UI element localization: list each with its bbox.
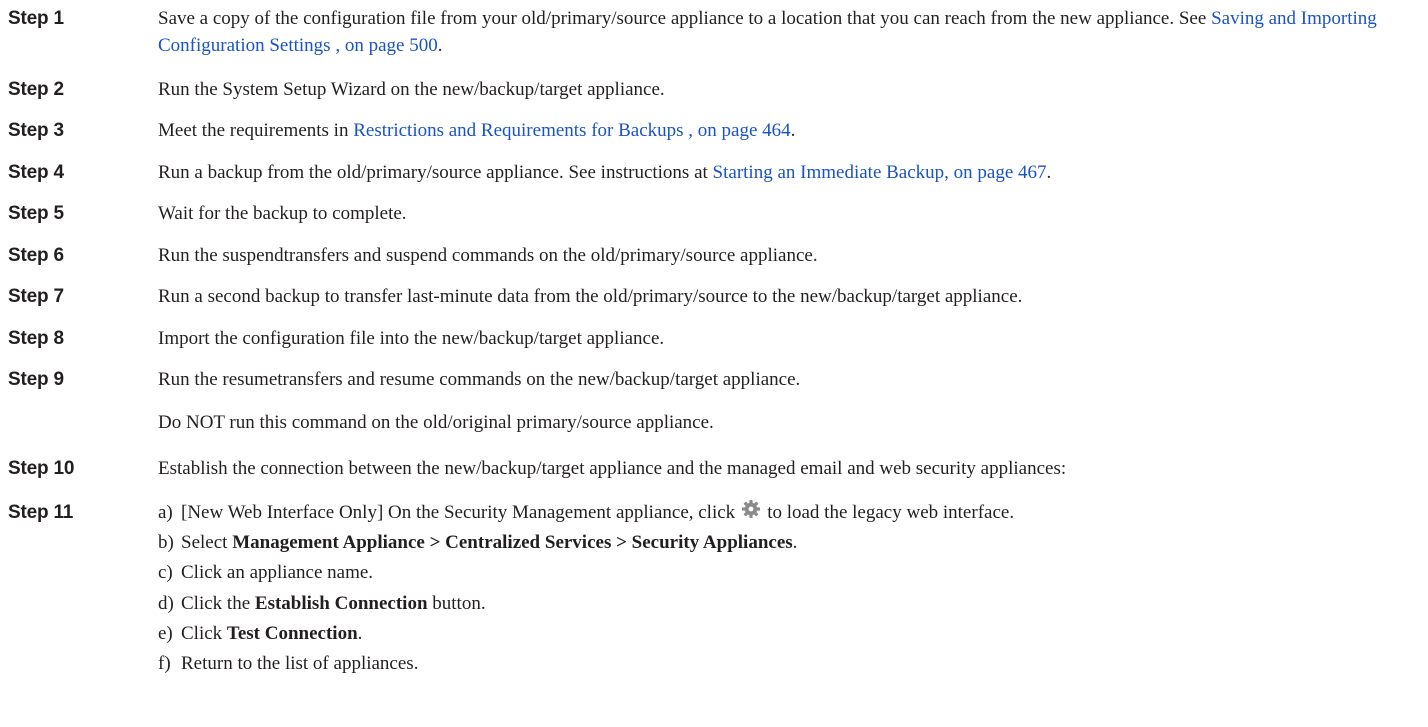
step-label: Step 8 — [8, 328, 64, 349]
step-text: Run the suspendtransfers and suspend com… — [158, 245, 818, 266]
menu-path: Management Appliance > Centralized Servi… — [232, 532, 793, 553]
step-text-post: . — [1046, 162, 1052, 183]
step-text: Run a second backup to transfer last-min… — [158, 286, 1023, 307]
step-label: Step 5 — [8, 203, 64, 224]
gear-icon[interactable] — [741, 499, 761, 527]
step-text: Wait for the backup to complete. — [158, 203, 407, 224]
substep-marker: e) — [158, 623, 173, 644]
substep-text-post: . — [357, 623, 363, 644]
substep-text-pre: Click — [181, 623, 227, 644]
step-text: Run the System Setup Wizard on the new/b… — [158, 79, 665, 100]
substep-text-post: button. — [427, 593, 486, 614]
substep-a: a) [New Web Interface Only] On the Securi… — [158, 499, 1014, 527]
substep-marker: d) — [158, 593, 174, 614]
establish-connection-label: Establish Connection — [254, 593, 428, 614]
substep-marker: b) — [158, 532, 174, 553]
step-label: Step 10 — [8, 458, 75, 479]
step-text-pre: Meet the requirements in — [158, 120, 354, 141]
step-label: Step 6 — [8, 245, 64, 266]
link-restrictions-requirements[interactable]: Restrictions and Requirements for Backup… — [353, 120, 790, 141]
step-text-pre: Run a backup from the old/primary/source… — [158, 162, 713, 183]
step-text-post: . — [437, 35, 443, 56]
step-text-post: . — [790, 120, 796, 141]
step-label: Step 3 — [8, 120, 64, 141]
substep-text-post: . — [792, 532, 798, 553]
substep-text-pre: Click the — [181, 593, 255, 614]
substep-marker: c) — [158, 562, 173, 583]
step-label: Step 7 — [8, 286, 64, 307]
substep-marker: f) — [158, 653, 171, 674]
substep-text-pre: [New Web Interface Only] On the Security… — [181, 502, 736, 523]
step-note: Do NOT run this command on the old/origi… — [158, 412, 714, 433]
substep-text-pre: Select — [181, 532, 233, 553]
substep-text-post: to load the legacy web interface. — [767, 502, 1015, 523]
link-starting-immediate-backup[interactable]: Starting an Immediate Backup, on page 46… — [713, 162, 1047, 183]
step-text: Run a backup from the old/primary/source… — [158, 159, 1420, 186]
step-text: Save a copy of the configuration file fr… — [158, 5, 1420, 59]
substep-text: Click an appliance name. — [181, 562, 374, 583]
substep-f: f) Return to the list of appliances. — [158, 650, 418, 677]
step-label: Step 4 — [8, 162, 64, 183]
substep-c: c) Click an appliance name. — [158, 559, 373, 586]
step-text: Import the configuration file into the n… — [158, 328, 665, 349]
step-label: Step 1 — [8, 8, 64, 29]
substep-text: Return to the list of appliances. — [181, 653, 419, 674]
step-label: Step 11 — [8, 502, 74, 523]
step-label: Step 2 — [8, 79, 64, 100]
substep-e: e) Click Test Connection. — [158, 620, 362, 647]
step-text: Run the resumetransfers and resume comma… — [158, 369, 801, 390]
step-text: Meet the requirements in Restrictions an… — [158, 117, 1420, 144]
substep-marker: a) — [158, 502, 173, 523]
substep-d: d) Click the Establish Connection button. — [158, 590, 486, 617]
test-connection-label: Test Connection — [226, 623, 358, 644]
step-text: Establish the connection between the new… — [158, 458, 1067, 479]
substep-b: b) Select Management Appliance > Centrali… — [158, 529, 797, 556]
step-label: Step 9 — [8, 369, 64, 390]
step-text-pre: Save a copy of the configuration file fr… — [158, 8, 1212, 29]
